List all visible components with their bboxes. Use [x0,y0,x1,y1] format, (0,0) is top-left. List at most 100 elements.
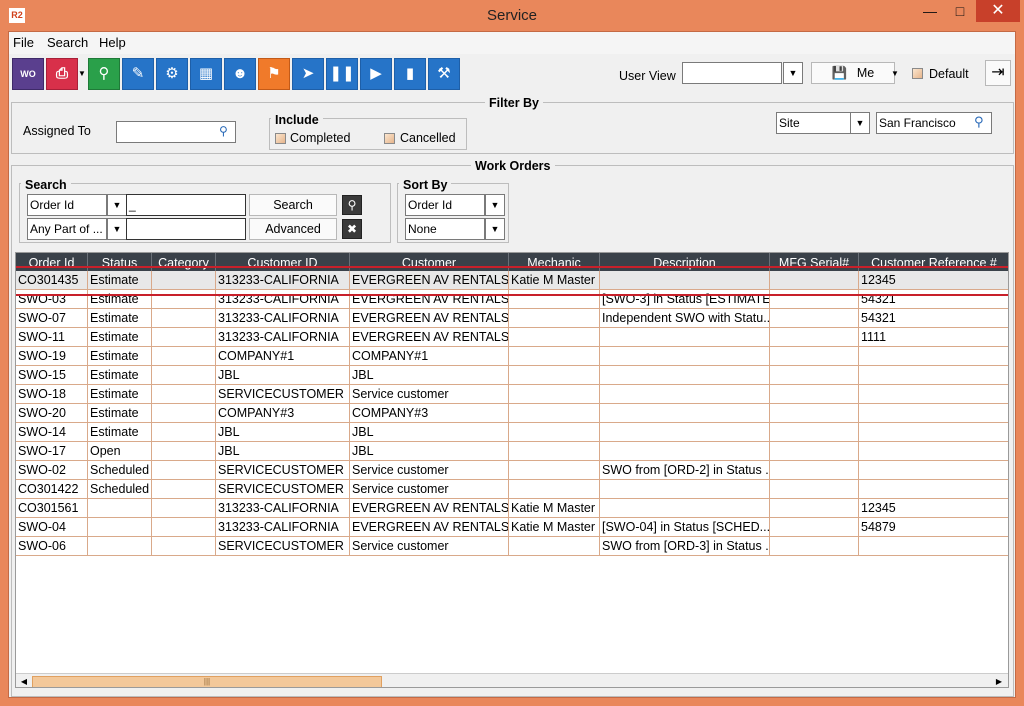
table-cell: SWO-07 [16,309,88,328]
title-bar: R2 Service — □ ✕ [0,0,1024,32]
window-title: Service [486,7,538,24]
scroll-right-icon[interactable]: ▶ [992,675,1006,687]
table-cell [770,404,859,423]
clear-icon[interactable]: ✖ [342,219,362,239]
table-row[interactable]: CO301422 Scheduled SERVICECUSTOMER Service … [16,480,1008,499]
table-row[interactable]: SWO-06 SERVICECUSTOMER Service customer SWO… [16,537,1008,556]
default-label: Default [929,67,969,81]
printer-dropdown-icon[interactable]: ▼ [78,58,86,90]
table-row[interactable]: SWO-19 Estimate COMPANY#1 COMPANY#1 [16,347,1008,366]
table-cell: 54321 [859,309,1008,328]
site-type-select[interactable]: Site [776,112,852,134]
site-search-icon[interactable]: ⚲ [974,114,984,130]
advanced-button[interactable]: Advanced [249,218,337,240]
search-icon[interactable]: ⚲ [88,58,120,90]
pause-icon[interactable]: ❚❚ [326,58,358,90]
mechanic-icon[interactable]: ⚙ [156,58,188,90]
minimize-icon[interactable]: — [916,0,944,22]
table-cell [88,499,152,518]
search-button[interactable]: Search [249,194,337,216]
scroll-left-icon[interactable]: ◀ [17,675,31,687]
table-row[interactable]: SWO-20 Estimate COMPANY#3 COMPANY#3 [16,404,1008,423]
table-row[interactable]: SWO-14 Estimate JBL JBL [16,423,1008,442]
table-cell [770,423,859,442]
menu-file[interactable]: File [13,35,34,50]
printer-icon[interactable]: ⎙ [46,58,78,90]
sort-secondary-select[interactable]: None [405,218,485,240]
table-cell: 313233-CALIFORNIA [216,499,350,518]
table-cell [600,347,770,366]
match-type-dropdown-icon[interactable]: ▼ [107,218,127,240]
horizontal-scrollbar[interactable]: ◀ ||| ▶ [16,673,1008,687]
table-cell [600,385,770,404]
table-cell [509,480,600,499]
search-value-input[interactable]: _ [126,194,246,216]
table-cell: Open [88,442,152,461]
cancelled-label: Cancelled [400,131,456,145]
assigned-to-input[interactable] [116,121,236,143]
table-row[interactable]: SWO-15 Estimate JBL JBL [16,366,1008,385]
table-row[interactable]: SWO-07 Estimate 313233-CALIFORNIA EVERGREEN… [16,309,1008,328]
dispatch-icon[interactable]: ➤ [292,58,324,90]
table-row[interactable]: SWO-11 Estimate 313233-CALIFORNIA EVERGREEN… [16,328,1008,347]
table-cell [600,442,770,461]
sort-primary-select[interactable]: Order Id [405,194,485,216]
default-checkbox[interactable] [912,68,923,79]
table-cell [152,537,216,556]
table-row[interactable]: SWO-02 Scheduled SERVICECUSTOMER Service cu… [16,461,1008,480]
sort-secondary-dropdown-icon[interactable]: ▼ [485,218,505,240]
table-cell [600,499,770,518]
table-cell: Service customer [350,480,509,499]
me-button[interactable]: 💾 Me [811,62,895,84]
search-field-dropdown-icon[interactable]: ▼ [107,194,127,216]
table-row[interactable]: SWO-18 Estimate SERVICECUSTOMER Service cus… [16,385,1008,404]
wrench-icon[interactable]: ⚒ [428,58,460,90]
table-cell: SWO-20 [16,404,88,423]
table-cell: Estimate [88,366,152,385]
table-cell: 313233-CALIFORNIA [216,328,350,347]
table-cell [509,537,600,556]
table-cell [600,480,770,499]
table-row[interactable]: SWO-04 313233-CALIFORNIA EVERGREEN AV RENT… [16,518,1008,537]
scroll-thumb[interactable]: ||| [32,676,382,687]
cancelled-checkbox[interactable] [384,133,395,144]
filter-title: Filter By [485,96,544,110]
table-row[interactable]: SWO-17 Open JBL JBL [16,442,1008,461]
exit-icon[interactable]: ⇥ [985,60,1011,86]
team-icon[interactable]: ☻ [224,58,256,90]
me-dropdown-icon[interactable]: ▼ [891,58,899,90]
table-cell: JBL [350,423,509,442]
book-icon[interactable]: ▮ [394,58,426,90]
play-icon[interactable]: ▶ [360,58,392,90]
table-cell [770,537,859,556]
sort-primary-dropdown-icon[interactable]: ▼ [485,194,505,216]
maximize-icon[interactable]: □ [946,0,974,22]
table-cell: Estimate [88,385,152,404]
table-cell [509,385,600,404]
table-cell [859,404,1008,423]
table-cell: EVERGREEN AV RENTALS [350,309,509,328]
table-cell: 313233-CALIFORNIA [216,518,350,537]
table-cell [152,328,216,347]
work-order-icon[interactable]: WO [12,58,44,90]
table-cell: EVERGREEN AV RENTALS [350,499,509,518]
schedule-icon[interactable]: ✎ [122,58,154,90]
close-icon[interactable]: ✕ [976,0,1020,22]
match-type-select[interactable]: Any Part of ... [27,218,107,240]
search-icon[interactable]: ⚲ [219,124,228,138]
calendar-tools-icon[interactable]: ▦ [190,58,222,90]
menu-search[interactable]: Search [47,35,88,50]
table-cell: SWO-11 [16,328,88,347]
user-view-dropdown-icon[interactable]: ▼ [783,62,803,84]
magnifier-icon[interactable]: ⚲ [342,195,362,215]
table-row[interactable]: CO301561 313233-CALIFORNIA EVERGREEN AV RE… [16,499,1008,518]
completed-checkbox[interactable] [275,133,286,144]
search-value2-input[interactable] [126,218,246,240]
site-type-dropdown-icon[interactable]: ▼ [850,112,870,134]
menu-help[interactable]: Help [99,35,126,50]
user-view-input[interactable] [682,62,782,84]
flag-icon[interactable]: ⚑ [258,58,290,90]
table-cell: COMPANY#3 [216,404,350,423]
search-field-select[interactable]: Order Id [27,194,107,216]
table-cell [88,537,152,556]
